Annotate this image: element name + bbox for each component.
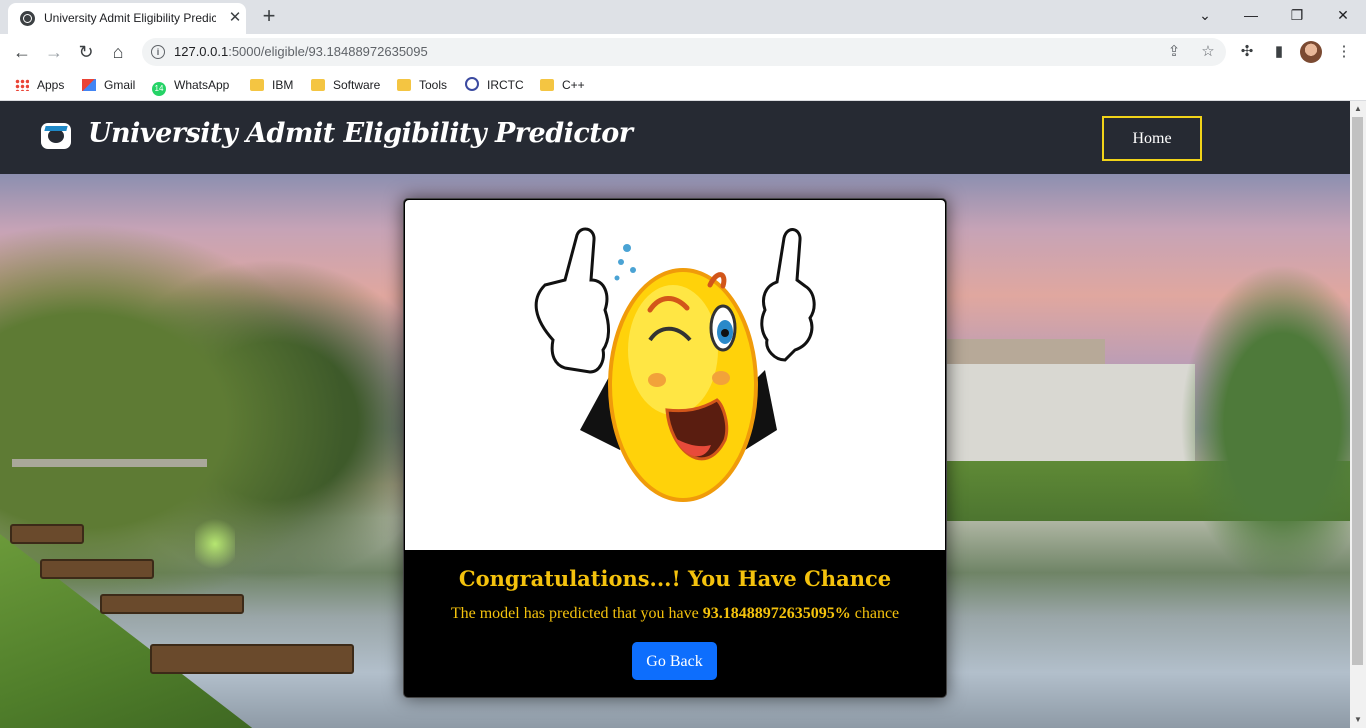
bookmark-ibm[interactable]: IBM	[250, 76, 293, 94]
bookmark-irctc[interactable]: IRCTC	[465, 76, 524, 94]
site-header: University Admit Eligibility Predictor H…	[0, 101, 1350, 174]
back-button[interactable]: ←	[8, 39, 36, 67]
forward-button[interactable]: →	[40, 39, 68, 67]
bookmark-tools[interactable]: Tools	[397, 76, 447, 94]
result-text: The model has predicted that you have 93…	[404, 605, 946, 623]
share-icon[interactable]: ⇪	[1164, 42, 1184, 62]
new-tab-button[interactable]: +	[258, 5, 280, 28]
restore-button[interactable]: ❐	[1274, 4, 1320, 28]
tab-search-icon[interactable]: ⌄	[1182, 4, 1228, 28]
college-building	[945, 364, 1195, 464]
site-info-icon[interactable]: i	[151, 45, 165, 59]
bookmark-star-icon[interactable]: ☆	[1198, 42, 1218, 62]
bookmark-software[interactable]: Software	[311, 76, 380, 94]
bookmark-apps[interactable]: Apps	[15, 76, 64, 94]
address-bar[interactable]: i 127.0.0.1:5000/eligible/93.18488972635…	[142, 38, 1226, 66]
lamp-glow	[195, 514, 235, 574]
punt-boat	[150, 644, 354, 674]
browser-tab[interactable]: University Admit Eligibility Predic ✕	[8, 3, 246, 34]
result-text-before: The model has predicted that you have	[450, 605, 703, 622]
bookmarks-bar: Apps Gmail 14 WhatsApp IBM Software Tools…	[0, 70, 1366, 101]
apps-grid-icon	[15, 79, 29, 91]
punt-boat	[40, 559, 154, 579]
home-button[interactable]: Home	[1102, 116, 1202, 161]
bridge	[12, 459, 207, 497]
minimize-button[interactable]: —	[1228, 4, 1274, 28]
whatsapp-icon: 14	[152, 82, 166, 96]
bookmark-gmail[interactable]: Gmail	[82, 76, 135, 94]
winking-smiley-icon	[534, 227, 816, 502]
menu-icon[interactable]: ⋮	[1333, 41, 1355, 63]
profile-avatar[interactable]	[1300, 41, 1322, 63]
folder-icon	[311, 79, 325, 91]
scroll-thumb[interactable]	[1352, 117, 1363, 665]
bookmark-cpp[interactable]: C++	[540, 76, 585, 94]
thumbs-up-emoji-image	[405, 200, 945, 550]
tab-strip: University Admit Eligibility Predic ✕ + …	[0, 0, 1366, 34]
folder-icon	[250, 79, 264, 91]
home-icon[interactable]: ⌂	[104, 39, 132, 67]
globe-icon	[20, 11, 35, 26]
close-window-button[interactable]: ✕	[1320, 4, 1366, 28]
bookmark-whatsapp[interactable]: 14 WhatsApp	[152, 76, 229, 96]
result-text-after: chance	[850, 605, 900, 622]
page-viewport: University Admit Eligibility Predictor H…	[0, 101, 1350, 728]
trees-right	[1180, 264, 1350, 584]
reload-button[interactable]: ↻	[72, 39, 100, 67]
site-title: University Admit Eligibility Predictor	[88, 118, 633, 149]
graduation-cap-icon	[41, 123, 71, 149]
irctc-icon	[465, 77, 479, 91]
close-tab-icon[interactable]: ✕	[226, 9, 244, 27]
url-text[interactable]: 127.0.0.1:5000/eligible/93.1848897263509…	[174, 44, 428, 59]
scroll-down-icon[interactable]: ▼	[1350, 712, 1366, 728]
result-percentage: 93.18488972635095%	[702, 605, 851, 622]
extensions-icon[interactable]: ✣	[1236, 41, 1258, 63]
punt-boat	[10, 524, 84, 544]
folder-icon	[540, 79, 554, 91]
browser-toolbar: ← → ↻ ⌂ i 127.0.0.1:5000/eligible/93.184…	[0, 34, 1366, 70]
scroll-up-icon[interactable]: ▲	[1350, 101, 1366, 117]
punt-boat	[100, 594, 244, 614]
go-back-button[interactable]: Go Back	[632, 642, 717, 680]
folder-icon	[397, 79, 411, 91]
result-card: Congratulations...! You Have Chance The …	[403, 198, 947, 698]
tab-title: University Admit Eligibility Predic	[44, 11, 216, 25]
url-path: :5000/eligible/93.18488972635095	[228, 44, 428, 59]
page-scrollbar[interactable]: ▲ ▼	[1350, 101, 1366, 728]
result-heading: Congratulations...! You Have Chance	[458, 566, 892, 591]
gmail-icon	[82, 79, 96, 91]
url-host: 127.0.0.1	[174, 44, 229, 59]
side-panel-icon[interactable]: ▮	[1268, 41, 1290, 63]
